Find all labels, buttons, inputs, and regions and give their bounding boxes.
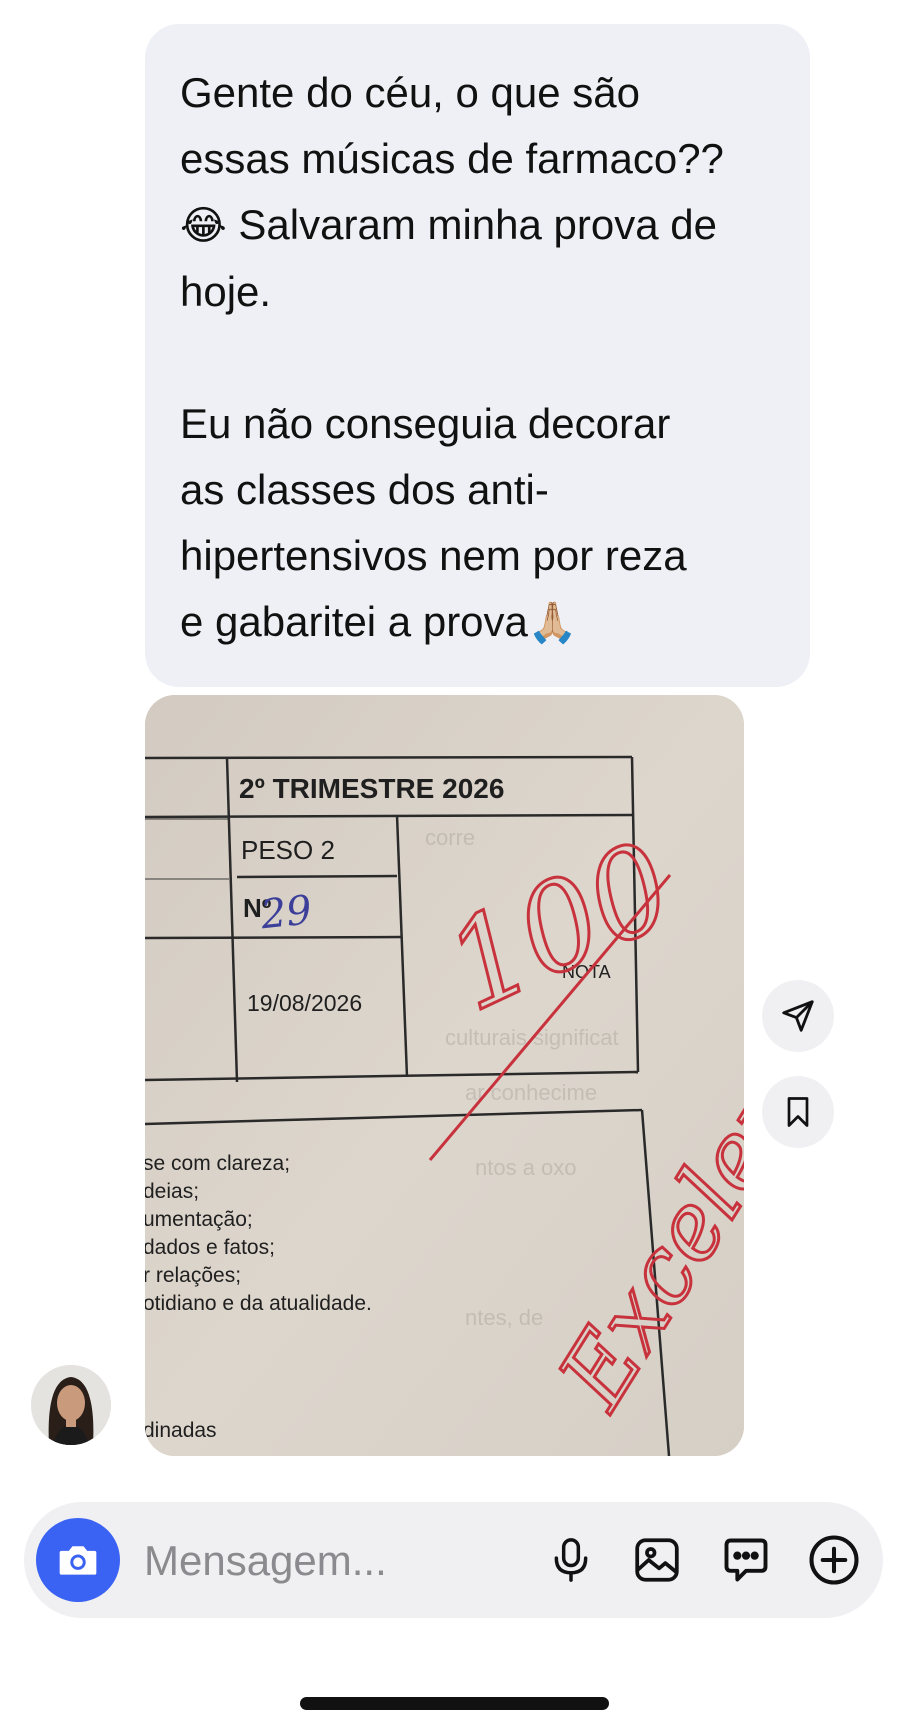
camera-button[interactable] — [36, 1518, 120, 1602]
sticker-button[interactable] — [714, 1528, 778, 1592]
more-options-button[interactable] — [802, 1528, 866, 1592]
laughing-emoji: 😂 — [180, 204, 227, 248]
share-button[interactable] — [762, 980, 834, 1052]
list-line: dados e fatos; — [145, 1236, 275, 1259]
paper-plane-icon — [782, 1000, 814, 1032]
camera-icon — [59, 1546, 97, 1575]
list-line: deias; — [145, 1180, 199, 1203]
voice-message-button[interactable] — [539, 1528, 603, 1592]
message-input[interactable] — [142, 1532, 516, 1590]
save-button[interactable] — [762, 1076, 834, 1148]
svg-text:ar conhecime: ar conhecime — [465, 1080, 597, 1105]
message-line: essas músicas de farmaco?? — [180, 135, 724, 182]
sticker-chat-icon — [724, 1538, 768, 1582]
microphone-icon — [554, 1538, 588, 1582]
message-line: e gabaritei a prova🙏🏼 — [180, 598, 578, 645]
message-line: as classes dos anti- — [180, 466, 549, 513]
plus-icon — [809, 1535, 859, 1585]
list-line: se com clareza; — [145, 1152, 290, 1175]
message-line: 😂 Salvaram minha prova de — [180, 201, 717, 248]
message-line: hipertensivos nem por reza — [180, 532, 687, 579]
svg-text:ntos a oxo: ntos a oxo — [475, 1155, 577, 1180]
svg-text:corre: corre — [425, 825, 475, 850]
avatar[interactable] — [31, 1365, 111, 1445]
list-line: umentação; — [145, 1208, 253, 1231]
handwritten-number: 29 — [258, 887, 314, 938]
bookmark-icon — [787, 1097, 809, 1127]
list-line: otidiano e da atualidade. — [145, 1292, 372, 1315]
image-icon — [635, 1538, 679, 1582]
praying-hands-emoji: 🙏🏼 — [527, 601, 578, 645]
home-indicator — [300, 1697, 609, 1710]
exam-date: 19/08/2026 — [247, 990, 362, 1016]
peso-label: PESO 2 — [241, 835, 335, 865]
trimester-header: 2º TRIMESTRE 2026 — [239, 773, 504, 804]
message-composer — [24, 1502, 883, 1618]
message-bubble[interactable]: Gente do céu, o que são essas músicas de… — [145, 24, 810, 687]
list-line: r relações; — [145, 1264, 241, 1287]
message-line: hoje. — [180, 268, 272, 315]
list-line: dinadas — [145, 1419, 217, 1442]
message-line: Gente do céu, o que são — [180, 69, 641, 116]
message-line: Eu não conseguia decorar — [180, 400, 671, 447]
gallery-button[interactable] — [625, 1528, 689, 1592]
svg-text:ntes, de: ntes, de — [465, 1305, 543, 1330]
exam-photo[interactable]: corre culturais significat ar conhecime … — [145, 695, 744, 1456]
